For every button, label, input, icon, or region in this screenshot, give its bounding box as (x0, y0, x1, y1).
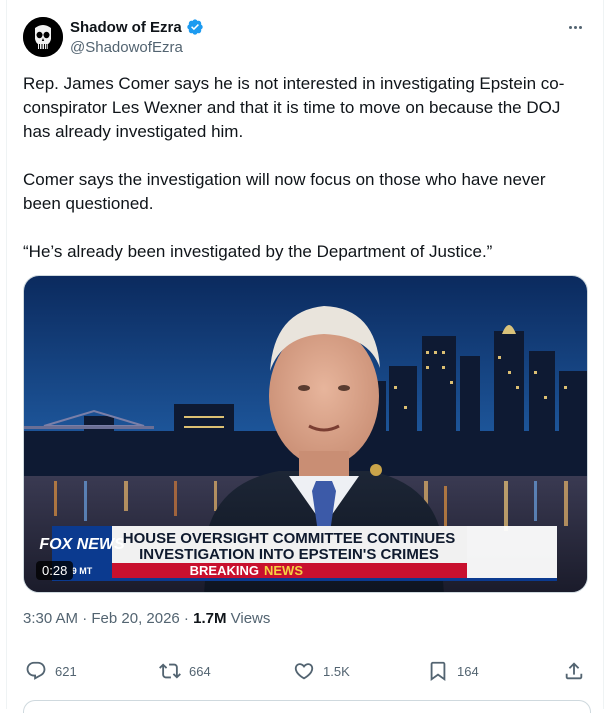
views-label: Views (226, 610, 271, 627)
punisher-skull-icon (23, 17, 63, 57)
author-display-name[interactable]: Shadow of Ezra (70, 19, 182, 36)
tweet-meta: 3:30 AM · Feb 20, 2026 · 1.7M Views (23, 610, 270, 627)
author-handle[interactable]: @ShadowofEzra (70, 39, 183, 56)
tweet-text: Rep. James Comer says he is not interest… (23, 72, 583, 264)
share-button[interactable] (563, 657, 585, 685)
more-options-icon[interactable] (565, 18, 585, 36)
repost-count: 664 (189, 663, 211, 679)
reply-icon (26, 661, 46, 680)
tweet-card[interactable]: Shadow of Ezra @ShadowofEzra Rep. James … (6, 0, 605, 713)
chyron-line-1: HOUSE OVERSIGHT COMMITTEE CONTINUES (123, 530, 456, 547)
video-duration: 0:28 (36, 561, 74, 580)
bookmark-count: 164 (457, 663, 479, 679)
repost-icon (159, 663, 181, 679)
heart-icon (294, 663, 314, 680)
video-player[interactable]: FOX NEWS 9 MT HOUSE OVERSIGHT COMMITTEE … (23, 275, 588, 593)
tweet-paragraph: Rep. James Comer says he is not interest… (23, 74, 565, 141)
breaking-label: BREAKING (190, 563, 259, 578)
author-avatar[interactable] (23, 17, 63, 57)
breaking-news-label: NEWS (264, 563, 303, 578)
fox-news-logo: FOX NEWS (39, 536, 125, 553)
reply-composer-edge[interactable] (23, 700, 591, 713)
network-subtitle: 9 MT (72, 566, 93, 576)
bookmark-icon (430, 661, 446, 682)
share-icon (565, 662, 583, 680)
reply-count: 621 (55, 663, 77, 679)
bookmark-button[interactable]: 164 (427, 657, 479, 685)
author-name-row[interactable]: Shadow of Ezra (70, 18, 204, 36)
like-button[interactable]: 1.5K (293, 657, 350, 685)
tweet-timestamp[interactable]: 3:30 AM · Feb 20, 2026 · (23, 610, 193, 627)
tweet-paragraph: “He’s already been investigated by the D… (23, 242, 493, 261)
tweet-paragraph: Comer says the investigation will now fo… (23, 170, 546, 213)
repost-button[interactable]: 664 (159, 657, 211, 685)
like-count: 1.5K (323, 663, 350, 679)
chyron-line-2: INVESTIGATION INTO EPSTEIN'S CRIMES (139, 546, 439, 563)
reply-button[interactable]: 621 (25, 657, 77, 685)
verified-badge-icon[interactable] (186, 18, 204, 36)
views-count: 1.7M (193, 610, 227, 627)
video-thumbnail: FOX NEWS 9 MT HOUSE OVERSIGHT COMMITTEE … (24, 276, 587, 592)
action-bar: 621 664 1.5K 164 (7, 657, 605, 685)
